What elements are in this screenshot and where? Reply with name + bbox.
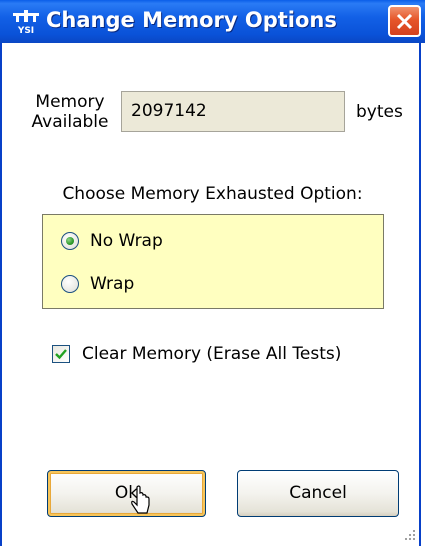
wrap-label[interactable]: Wrap	[90, 274, 134, 294]
no-wrap-radio[interactable]	[61, 232, 79, 250]
cancel-button[interactable]: Cancel	[237, 470, 399, 517]
memory-label-line2: Available	[31, 112, 109, 132]
ysi-logo-icon: YSI	[13, 10, 39, 36]
window-title: Change Memory Options	[46, 8, 337, 32]
exhausted-option-group	[42, 214, 384, 309]
resize-grip-icon[interactable]	[400, 528, 418, 548]
exhausted-option-heading: Choose Memory Exhausted Option:	[62, 184, 363, 204]
memory-label-line1: Memory	[35, 92, 105, 112]
svg-text:YSI: YSI	[17, 26, 34, 34]
no-wrap-label[interactable]: No Wrap	[90, 231, 163, 251]
close-icon	[396, 13, 413, 30]
clear-memory-checkbox[interactable]	[52, 345, 70, 363]
mouse-pointer-icon	[130, 485, 152, 523]
close-button[interactable]	[388, 5, 421, 37]
checkmark-icon	[55, 349, 67, 360]
clear-memory-label[interactable]: Clear Memory (Erase All Tests)	[82, 344, 341, 364]
title-bar[interactable]: YSI Change Memory Options	[0, 0, 425, 43]
memory-available-field: 2097142	[121, 91, 345, 132]
bytes-unit-label: bytes	[356, 102, 403, 122]
wrap-radio[interactable]	[61, 275, 79, 293]
ok-button[interactable]: Ok	[47, 470, 206, 517]
memory-available-label: Memory Available	[30, 92, 110, 132]
